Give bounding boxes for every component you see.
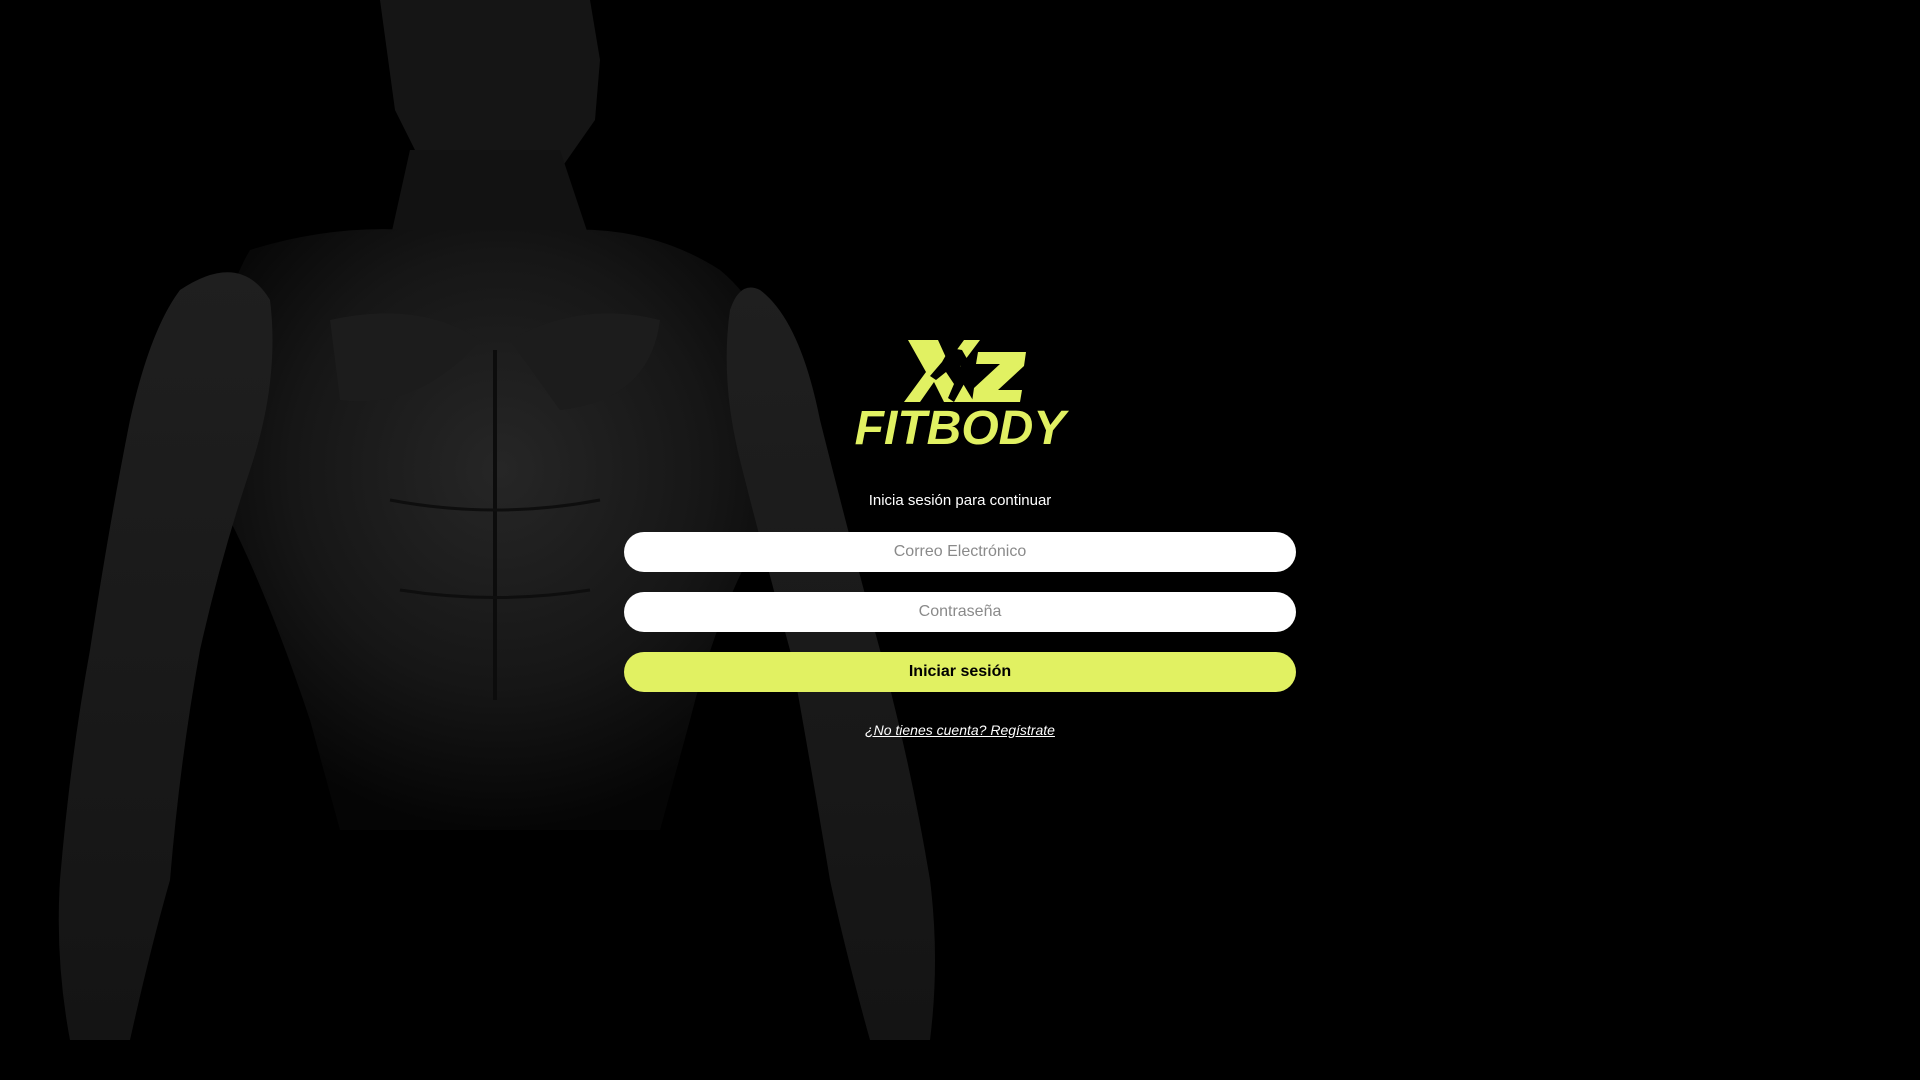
fitbody-logo: FITBODY bbox=[840, 330, 1080, 458]
xz-runner-logo-icon bbox=[904, 334, 1026, 402]
email-input[interactable] bbox=[624, 532, 1296, 572]
login-form: FITBODY Inicia sesión para continuar Ini… bbox=[624, 330, 1296, 738]
password-input[interactable] bbox=[624, 592, 1296, 632]
login-button[interactable]: Iniciar sesión bbox=[624, 652, 1296, 692]
register-link[interactable]: ¿No tienes cuenta? Regístrate bbox=[865, 722, 1055, 738]
login-page: FITBODY Inicia sesión para continuar Ini… bbox=[0, 0, 1920, 1080]
login-subtitle: Inicia sesión para continuar bbox=[868, 492, 1052, 509]
brand-name: FITBODY bbox=[854, 402, 1066, 455]
